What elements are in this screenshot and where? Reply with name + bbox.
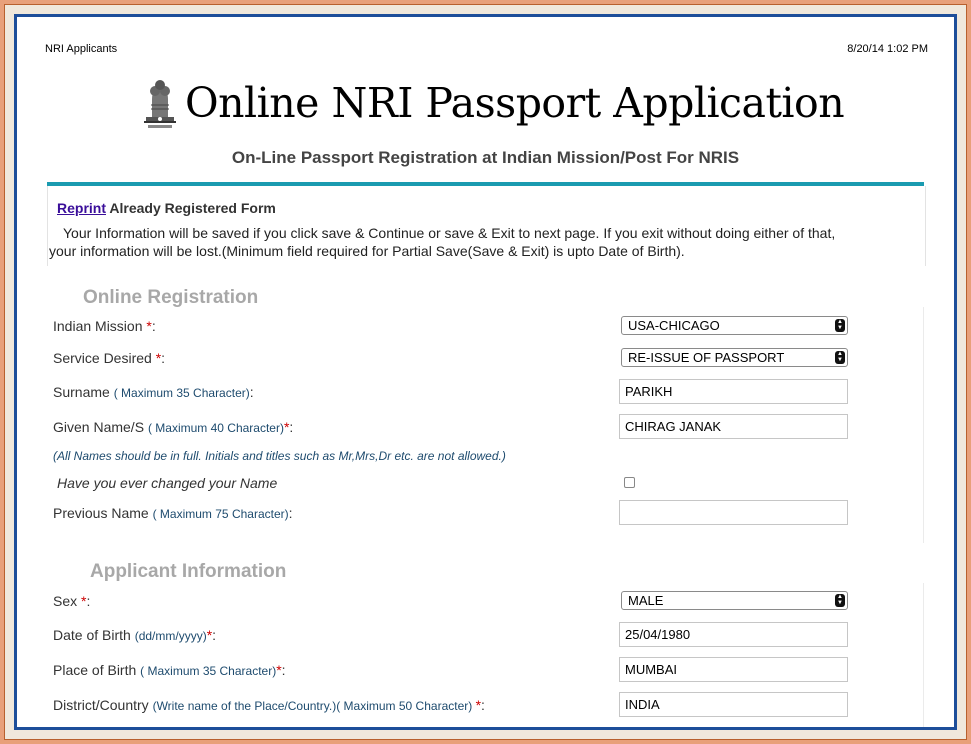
print-header-title: NRI Applicants [45, 43, 118, 55]
given-name-input[interactable]: CHIRAG JANAK [619, 414, 848, 439]
place-of-birth-label-text: Place of Birth [53, 662, 141, 678]
indian-mission-label-text: Indian Mission [53, 318, 147, 334]
service-desired-label-text: Service Desired [53, 350, 156, 366]
previous-name-input[interactable] [619, 500, 848, 525]
changed-name-checkbox[interactable] [624, 477, 635, 488]
save-info-text: Your Information will be saved if you cl… [49, 224, 929, 260]
given-name-hint: ( Maximum 40 Character) [147, 421, 284, 435]
dob-input[interactable]: 25/04/1980 [619, 622, 848, 647]
service-desired-label: Service Desired *: [53, 350, 165, 366]
select-arrows-icon: ▲ ▼ [835, 319, 845, 332]
indian-mission-select[interactable]: USA-CHICAGO ▲ ▼ [621, 316, 848, 335]
reprint-link[interactable]: Reprint [57, 200, 106, 216]
select-arrows-icon: ▲ ▼ [835, 594, 845, 607]
surname-input[interactable]: PARIKH [619, 379, 848, 404]
district-country-input[interactable]: INDIA [619, 692, 848, 717]
previous-name-label: Previous Name ( Maximum 75 Character): [53, 505, 293, 521]
document-frame: NRI Applicants 8/20/14 1:02 PM Online NR… [14, 14, 957, 730]
page-title: Online NRI Passport Application [185, 79, 845, 127]
label-suffix: : [289, 419, 294, 435]
reprint-row: Reprint Already Registered Form [57, 200, 276, 216]
given-name-label-text: Given Name/S [53, 419, 148, 435]
label-suffix: : [151, 318, 156, 334]
previous-name-label-text: Previous Name [53, 505, 153, 521]
surname-hint: ( Maximum 35 Character) [113, 386, 250, 400]
printed-page: NRI Applicants 8/20/14 1:02 PM Online NR… [17, 17, 954, 727]
right-border-2 [923, 583, 924, 727]
indian-mission-value: USA-CHICAGO [628, 318, 720, 333]
save-info-line-2: your information will be lost.(Minimum f… [49, 243, 685, 259]
sex-select[interactable]: MALE ▲ ▼ [621, 591, 848, 610]
place-of-birth-label: Place of Birth ( Maximum 35 Character)*: [53, 662, 286, 678]
label-suffix: : [249, 384, 254, 400]
print-header-date: 8/20/14 1:02 PM [847, 43, 928, 55]
label-suffix: : [481, 697, 485, 713]
national-emblem-icon [144, 80, 176, 128]
service-desired-value: RE-ISSUE OF PASSPORT [628, 350, 785, 365]
previous-name-hint: ( Maximum 75 Character) [152, 507, 289, 521]
right-border [923, 307, 924, 543]
place-of-birth-hint: ( Maximum 35 Character) [140, 664, 277, 678]
section-heading-online-registration: Online Registration [83, 287, 259, 308]
select-arrows-icon: ▲ ▼ [835, 351, 845, 364]
sex-label-text: Sex [53, 593, 82, 609]
title-row: Online NRI Passport Application [143, 77, 845, 129]
surname-label-text: Surname [53, 384, 114, 400]
save-info-line-1: Your Information will be saved if you cl… [63, 225, 836, 241]
district-country-label-text: District/Country [53, 697, 153, 713]
label-suffix: : [212, 627, 217, 643]
reprint-text: Already Registered Form [109, 200, 276, 216]
dob-label-text: Date of Birth [53, 627, 135, 643]
dob-label: Date of Birth (dd/mm/yyyy)*: [53, 627, 216, 643]
label-suffix: : [86, 593, 91, 609]
label-suffix: : [161, 350, 166, 366]
sex-value: MALE [628, 593, 664, 608]
dob-hint: (dd/mm/yyyy) [134, 629, 207, 643]
district-country-label: District/Country (Write name of the Plac… [53, 697, 485, 713]
given-name-label: Given Name/S ( Maximum 40 Character)*: [53, 419, 293, 435]
names-note: (All Names should be in full. Initials a… [53, 449, 506, 463]
sex-label: Sex *: [53, 593, 90, 609]
section-heading-applicant-information: Applicant Information [90, 561, 287, 582]
label-suffix: : [288, 505, 293, 521]
changed-name-label: Have you ever changed your Name [57, 475, 278, 491]
surname-label: Surname ( Maximum 35 Character): [53, 384, 254, 400]
label-suffix: : [281, 662, 286, 678]
district-country-hint: (Write name of the Place/Country.)( Maxi… [152, 699, 476, 713]
place-of-birth-input[interactable]: MUMBAI [619, 657, 848, 682]
indian-mission-label: Indian Mission *: [53, 318, 156, 334]
service-desired-select[interactable]: RE-ISSUE OF PASSPORT ▲ ▼ [621, 348, 848, 367]
page-subtitle: On-Line Passport Registration at Indian … [231, 148, 740, 167]
